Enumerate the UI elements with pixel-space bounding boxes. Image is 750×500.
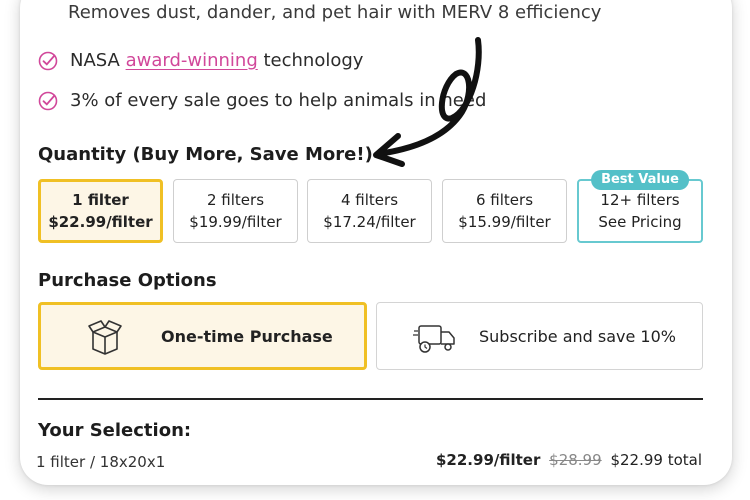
quantity-options: 1 filter $22.99/filter 2 filters $19.99/… [38, 170, 703, 243]
quantity-option-label: 4 filters [340, 191, 399, 209]
quantity-option-1-filter[interactable]: 1 filter $22.99/filter [38, 179, 163, 243]
one-time-purchase-label: One-time Purchase [161, 326, 333, 346]
selection-old-total: $28.99 [549, 451, 602, 469]
quantity-option-label: 2 filters [206, 191, 265, 209]
feature-merv-text: Removes dust, dander, and pet hair with … [68, 2, 602, 23]
feature-merv: Removes dust, dander, and pet hair with … [68, 2, 601, 23]
quantity-option-4-filters[interactable]: 4 filters $17.24/filter [307, 179, 432, 243]
selection-price: $22.99/filter $28.99 $22.99 total [436, 451, 702, 469]
check-circle-icon [38, 51, 58, 70]
quantity-option-label: 1 filter [72, 191, 129, 209]
feature-donation-text: 3% of every sale goes to help animals in… [70, 90, 487, 111]
product-options-card: Removes dust, dander, and pet hair with … [20, 0, 732, 485]
selection-detail: 1 filter / 18x20x1 [36, 453, 166, 471]
quantity-option-6-filters[interactable]: 6 filters $15.99/filter [442, 179, 567, 243]
subscribe-label: Subscribe and save 10% [479, 326, 676, 346]
award-winning-link[interactable]: award-winning [126, 50, 258, 71]
feature-nasa-suffix: technology [263, 50, 364, 71]
feature-nasa: NASA award-winning technology [38, 50, 363, 71]
purchase-options-title: Purchase Options [38, 270, 217, 291]
section-divider [38, 398, 703, 400]
your-selection-title: Your Selection: [38, 420, 192, 441]
feature-nasa-prefix: NASA [70, 50, 120, 71]
quantity-title: Quantity (Buy More, Save More!) [38, 144, 373, 165]
one-time-purchase-option[interactable]: One-time Purchase [38, 302, 367, 370]
quantity-option-price: $17.24/filter [323, 213, 416, 231]
quantity-option-price: $19.99/filter [189, 213, 282, 231]
feature-donation: 3% of every sale goes to help animals in… [38, 90, 486, 111]
check-circle-icon [38, 91, 58, 110]
subscribe-option[interactable]: Subscribe and save 10% [376, 302, 703, 370]
quantity-option-2-filters[interactable]: 2 filters $19.99/filter [173, 179, 298, 243]
quantity-option-price: $22.99/filter [48, 213, 153, 231]
quantity-option-price: $15.99/filter [458, 213, 551, 231]
selection-new-total: $22.99 total [610, 451, 702, 469]
quantity-option-label: 6 filters [475, 191, 534, 209]
selection-unit-price: $22.99/filter [436, 451, 541, 469]
box-icon [88, 320, 122, 355]
delivery-truck-icon [413, 325, 455, 353]
quantity-option-label: 12+ filters [600, 191, 680, 209]
quantity-option-price: See Pricing [598, 213, 682, 231]
quantity-option-12-plus-filters[interactable]: Best Value 12+ filters See Pricing [577, 170, 703, 243]
best-value-badge: Best Value [591, 170, 689, 190]
